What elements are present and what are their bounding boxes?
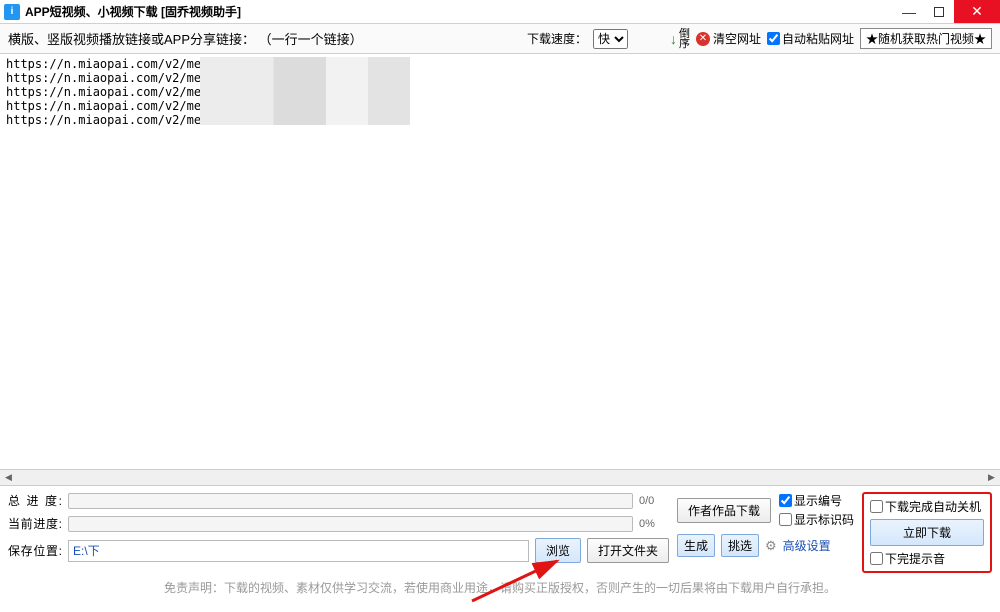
speed-select[interactable]: 快 (593, 29, 628, 49)
sort-toggle[interactable]: ↓ 倒序 (670, 29, 690, 49)
speed-label: 下载速度： (527, 30, 587, 47)
title-bar: i APP短视频、小视频下载 [固乔视频助手] — ✕ (0, 0, 1000, 24)
show-marker-checkbox[interactable]: 显示标识码 (779, 511, 854, 528)
close-button[interactable]: ✕ (954, 0, 1000, 23)
horizontal-scrollbar[interactable]: ◀ ▶ (0, 469, 1000, 486)
current-progress-value: 0% (639, 518, 669, 530)
scroll-right-icon[interactable]: ▶ (983, 470, 1000, 485)
current-progress-label: 当前进度: (8, 515, 62, 532)
arrow-down-icon: ↓ (670, 31, 677, 47)
sound-tip-checkbox[interactable]: 下完提示音 (870, 550, 945, 567)
bottom-panel: 总 进 度: 0/0 当前进度: 0% 保存位置: 浏览 打开文件夹 作者作品下… (0, 486, 1000, 575)
app-icon: i (4, 4, 20, 20)
save-path-label: 保存位置: (8, 542, 62, 559)
current-progress-bar (68, 516, 633, 532)
url-textarea[interactable] (0, 54, 1000, 466)
options-panel: 作者作品下载 显示编号 显示标识码 生成 挑选 ⚙ 高级设置 (677, 492, 854, 573)
window-title: APP短视频、小视频下载 [固乔视频助手] (25, 3, 241, 20)
clear-urls-button[interactable]: ✕ 清空网址 (696, 30, 761, 47)
auto-paste-checkbox[interactable]: 自动粘贴网址 (767, 30, 854, 47)
scroll-left-icon[interactable]: ◀ (0, 470, 17, 485)
author-works-button[interactable]: 作者作品下载 (677, 498, 771, 523)
advanced-settings-link[interactable]: 高级设置 (783, 537, 831, 554)
input-instruction-label: 横版、竖版视频播放链接或APP分享链接： （一行一个链接） (8, 29, 363, 48)
save-path-input[interactable] (68, 540, 529, 562)
total-progress-bar (68, 493, 633, 509)
download-now-button[interactable]: 立即下载 (870, 519, 984, 546)
open-folder-button[interactable]: 打开文件夹 (587, 538, 669, 563)
show-number-checkbox[interactable]: 显示编号 (779, 492, 854, 509)
browse-button[interactable]: 浏览 (535, 538, 581, 563)
url-input-area (0, 54, 1000, 469)
progress-panel: 总 进 度: 0/0 当前进度: 0% 保存位置: 浏览 打开文件夹 (8, 492, 669, 573)
gear-icon: ⚙ (765, 538, 777, 554)
auto-shutdown-checkbox[interactable]: 下载完成自动关机 (870, 498, 981, 515)
minimize-button[interactable]: — (894, 0, 924, 23)
redacted-overlay (200, 57, 410, 125)
filter-button[interactable]: 挑选 (721, 534, 759, 557)
toolbar: 横版、竖版视频播放链接或APP分享链接： （一行一个链接） 下载速度： 快 ↓ … (0, 24, 1000, 54)
window-controls: — ✕ (894, 0, 1000, 23)
clear-icon: ✕ (696, 32, 710, 46)
maximize-button[interactable] (924, 0, 954, 23)
random-hot-button[interactable]: ★随机获取热门视频★ (860, 28, 992, 49)
total-progress-value: 0/0 (639, 495, 669, 507)
total-progress-label: 总 进 度: (8, 492, 62, 509)
disclaimer-text: 免责声明：下载的视频、素材仅供学习交流，若使用商业用途，请购买正版授权，否则产生… (0, 575, 1000, 602)
generate-button[interactable]: 生成 (677, 534, 715, 557)
download-panel: 下载完成自动关机 立即下载 下完提示音 (862, 492, 992, 573)
